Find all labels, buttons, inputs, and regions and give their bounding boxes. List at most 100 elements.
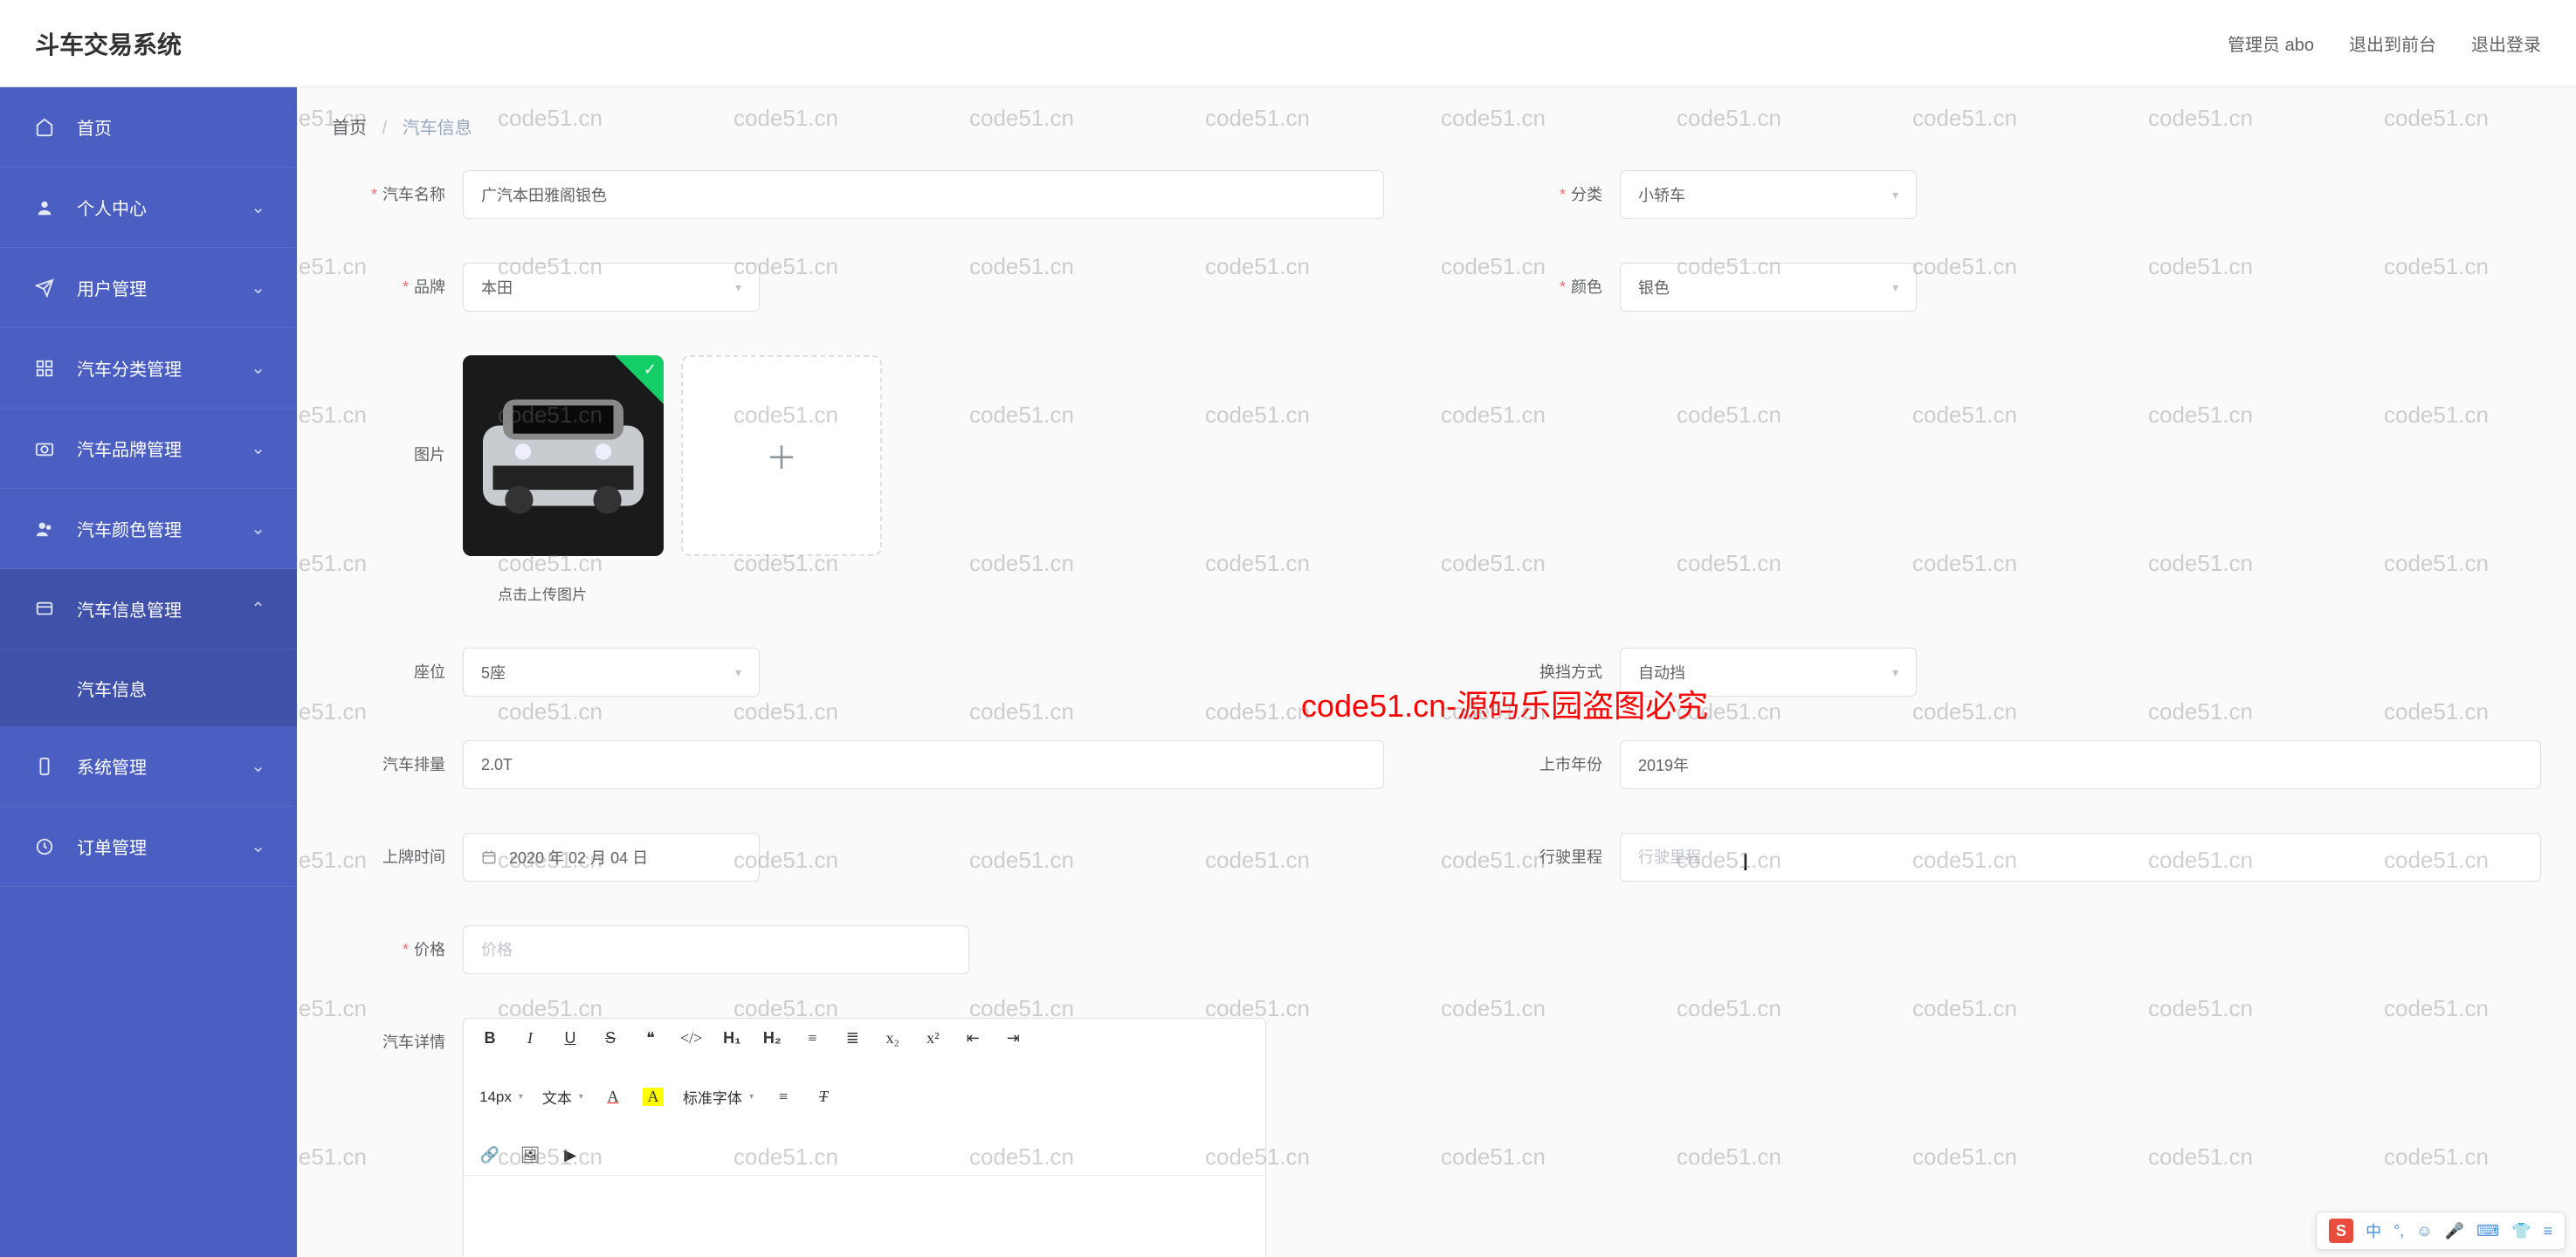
reg-date-input[interactable]: 2020 年 02 月 04 日: [463, 833, 760, 882]
h2-button[interactable]: H₂: [761, 1029, 782, 1048]
ime-skin-icon[interactable]: 👕: [2511, 1222, 2531, 1240]
sidebar-item-system[interactable]: 系统管理 ⌄: [0, 726, 297, 807]
sidebar: 首页 个人中心 ⌄ 用户管理 ⌄ 汽车分类管理 ⌄: [0, 87, 297, 1257]
logout-link[interactable]: 退出登录: [2471, 31, 2541, 56]
bold-button[interactable]: B: [479, 1029, 500, 1048]
ime-emoji-icon[interactable]: ☺: [2416, 1222, 2432, 1240]
seats-select[interactable]: 5座 ▾: [463, 648, 760, 697]
outdent-button[interactable]: ⇤: [962, 1029, 983, 1048]
form-item-reg-date: 上牌时间 2020 年 02 月 04 日: [332, 833, 1384, 882]
home-icon: [35, 118, 61, 137]
sogou-icon[interactable]: S: [2329, 1219, 2353, 1243]
upload-button[interactable]: ＋: [681, 355, 882, 556]
video-button[interactable]: ▶: [560, 1146, 581, 1164]
quote-button[interactable]: ❝: [640, 1029, 661, 1048]
price-input[interactable]: [463, 925, 969, 974]
color-select[interactable]: 银色 ▾: [1620, 263, 1917, 312]
ul-button[interactable]: ≣: [842, 1029, 863, 1048]
form-item-image: 图片: [332, 355, 2541, 604]
plus-icon: ＋: [766, 433, 797, 478]
check-icon: ✓: [644, 361, 657, 379]
sidebar-item-car-info[interactable]: 汽车信息管理 ⌃: [0, 569, 297, 649]
brand-select[interactable]: 本田 ▾: [463, 263, 760, 312]
fontsize-select[interactable]: 14px▾: [479, 1089, 523, 1106]
h1-button[interactable]: H₁: [721, 1029, 742, 1048]
sidebar-label: 系统管理: [77, 753, 147, 779]
sidebar-item-color[interactable]: 汽车颜色管理 ⌄: [0, 489, 297, 569]
bg-color-button[interactable]: A: [643, 1088, 664, 1106]
clear-format-button[interactable]: T: [813, 1088, 834, 1106]
subscript-button[interactable]: x₂: [882, 1029, 903, 1048]
form-item-displacement: 汽车排量: [332, 740, 1384, 789]
ime-bar: S 中 °, ☺ 🎤 ⌨ 👕 ≡: [2316, 1212, 2566, 1250]
italic-button[interactable]: I: [520, 1029, 541, 1048]
text-color-button[interactable]: A: [603, 1088, 623, 1106]
font-family-select[interactable]: 标准字体▾: [683, 1086, 754, 1108]
car-name-input[interactable]: [463, 170, 1384, 219]
sidebar-item-brand[interactable]: 汽车品牌管理 ⌄: [0, 409, 297, 489]
ime-keyboard-icon[interactable]: ⌨: [2476, 1222, 2499, 1240]
form-item-year: 上市年份: [1489, 740, 2541, 789]
user-icon: [35, 198, 61, 217]
underline-button[interactable]: U: [560, 1029, 581, 1048]
uploaded-image[interactable]: ✓: [463, 355, 664, 556]
ol-button[interactable]: ≡: [802, 1029, 823, 1048]
text-select[interactable]: 文本▾: [542, 1086, 583, 1108]
link-button[interactable]: 🔗: [479, 1146, 500, 1164]
chevron-down-icon: ▾: [1892, 280, 1898, 295]
year-input[interactable]: [1620, 740, 2541, 789]
sidebar-item-category[interactable]: 汽车分类管理 ⌄: [0, 328, 297, 409]
form-item-mileage: 行驶里程 I: [1489, 833, 2541, 882]
ime-mic-icon[interactable]: 🎤: [2445, 1222, 2464, 1240]
category-select[interactable]: 小轿车 ▾: [1620, 170, 1917, 219]
sidebar-label: 订单管理: [77, 834, 147, 859]
sidebar-sub-label: 汽车信息: [77, 676, 147, 701]
strike-button[interactable]: S: [600, 1029, 621, 1048]
form-item-color: *颜色 银色 ▾: [1489, 263, 2541, 312]
mileage-input[interactable]: [1620, 833, 2541, 882]
back-to-front-link[interactable]: 退出到前台: [2349, 31, 2436, 56]
header-right: 管理员 abo 退出到前台 退出登录: [2228, 31, 2541, 56]
sidebar-item-home[interactable]: 首页: [0, 87, 297, 168]
form-item-brand: *品牌 本田 ▾: [332, 263, 1384, 312]
ime-menu-icon[interactable]: ≡: [2543, 1222, 2552, 1240]
chevron-up-icon: ⌃: [251, 598, 265, 620]
chevron-down-icon: ▾: [735, 280, 741, 295]
chevron-down-icon: ⌄: [251, 357, 265, 379]
sidebar-label: 汽车分类管理: [77, 355, 182, 381]
displacement-input[interactable]: [463, 740, 1384, 789]
form-item-price: *价格: [332, 925, 2541, 974]
watermark-center: code51.cn-源码乐园盗图必究: [1301, 681, 1708, 726]
rich-editor: B I U S ❝ </> H₁ H₂ ≡ ≣ x₂ x² ⇤: [463, 1018, 1266, 1257]
ime-punct-icon[interactable]: °,: [2393, 1222, 2404, 1240]
chevron-down-icon: ⌄: [251, 755, 265, 777]
ime-zh[interactable]: 中: [2366, 1219, 2381, 1242]
indent-button[interactable]: ⇥: [1002, 1029, 1023, 1048]
sidebar-label: 汽车信息管理: [77, 596, 182, 622]
admin-label[interactable]: 管理员 abo: [2228, 31, 2314, 56]
send-icon: [35, 278, 61, 298]
editor-toolbar: B I U S ❝ </> H₁ H₂ ≡ ≣ x₂ x² ⇤: [464, 1019, 1265, 1176]
editor-body[interactable]: [464, 1176, 1265, 1257]
superscript-button[interactable]: x²: [922, 1029, 943, 1048]
breadcrumb: 首页 / 汽车信息: [332, 113, 2541, 139]
clock-icon: [35, 837, 61, 856]
sidebar-item-order[interactable]: 订单管理 ⌄: [0, 807, 297, 887]
app-title: 斗车交易系统: [35, 26, 182, 61]
form-item-car-name: *汽车名称: [332, 170, 1384, 219]
form-item-details: 汽车详情 B I U S ❝ </> H₁ H₂ ≡: [332, 1018, 2541, 1257]
main-content: 首页 / 汽车信息 *汽车名称 *分类 小轿车 ▾ *品牌: [297, 87, 2576, 1257]
image-button[interactable]: 🖼: [520, 1146, 541, 1164]
sidebar-item-personal[interactable]: 个人中心 ⌄: [0, 168, 297, 248]
sidebar-label: 汽车品牌管理: [77, 436, 182, 461]
phone-icon: [35, 757, 61, 776]
chevron-down-icon: ⌄: [251, 518, 265, 539]
chevron-down-icon: ▾: [1892, 665, 1898, 680]
sidebar-sub-car-info[interactable]: 汽车信息: [0, 649, 297, 726]
breadcrumb-home[interactable]: 首页: [332, 119, 367, 138]
form-item-category: *分类 小轿车 ▾: [1489, 170, 2541, 219]
align-button[interactable]: ≡: [773, 1088, 794, 1106]
code-button[interactable]: </>: [680, 1029, 702, 1048]
sidebar-item-user-mgmt[interactable]: 用户管理 ⌄: [0, 248, 297, 328]
chevron-down-icon: ▾: [735, 665, 741, 680]
